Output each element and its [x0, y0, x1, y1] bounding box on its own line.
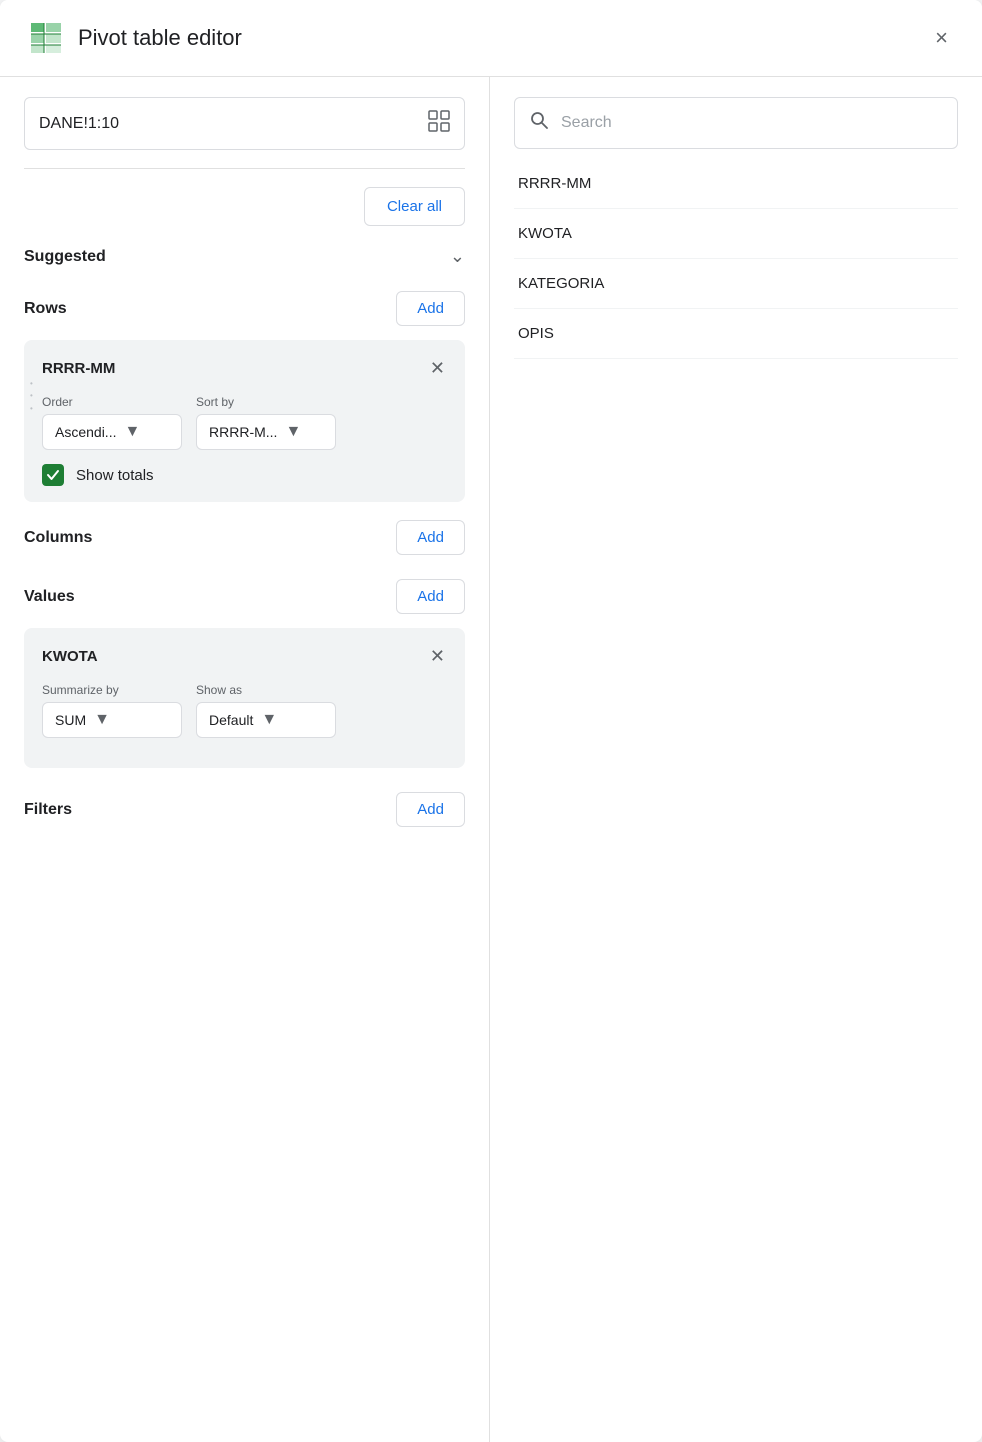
rows-section: ••• Rows Add RRRR-MM ✕ Order [24, 291, 465, 502]
rows-field-card: RRRR-MM ✕ Order Ascendi... ▼ Sort by [24, 340, 465, 502]
left-panel: DANE!1:10 Clear all [0, 77, 490, 1442]
clear-all-button[interactable]: Clear all [364, 187, 465, 226]
sort-by-control-group: Sort by RRRR-M... ▼ [196, 395, 336, 450]
rows-section-header: Rows Add [24, 291, 465, 326]
show-as-control-group: Show as Default ▼ [196, 683, 336, 738]
rows-field-close-button[interactable]: ✕ [428, 356, 447, 381]
order-value: Ascendi... [55, 424, 116, 440]
close-button[interactable]: × [929, 21, 954, 55]
field-list: RRRR-MM KWOTA KATEGORIA OPIS [514, 159, 958, 359]
values-field-close-button[interactable]: ✕ [428, 644, 447, 669]
values-section-header: Values Add [24, 579, 465, 614]
field-list-item[interactable]: KATEGORIA [514, 259, 958, 309]
summarize-by-value: SUM [55, 712, 86, 728]
order-select[interactable]: Ascendi... ▼ [42, 414, 182, 450]
rows-add-button[interactable]: Add [396, 291, 465, 326]
suggested-label: Suggested [24, 248, 106, 266]
rows-field-title: RRRR-MM [42, 360, 115, 377]
show-totals-label: Show totals [76, 467, 154, 484]
rows-field-card-header: RRRR-MM ✕ [42, 356, 447, 381]
order-dropdown-arrow: ▼ [124, 423, 140, 441]
show-as-label: Show as [196, 683, 336, 697]
show-as-select[interactable]: Default ▼ [196, 702, 336, 738]
data-range-value: DANE!1:10 [39, 115, 119, 133]
show-as-value: Default [209, 712, 253, 728]
right-panel: RRRR-MM KWOTA KATEGORIA OPIS [490, 77, 982, 1442]
field-list-item[interactable]: KWOTA [514, 209, 958, 259]
search-input[interactable] [561, 114, 943, 132]
columns-label: Columns [24, 529, 92, 547]
summarize-by-select[interactable]: SUM ▼ [42, 702, 182, 738]
values-field-card-header: KWOTA ✕ [42, 644, 447, 669]
values-field-controls: Summarize by SUM ▼ Show as Default ▼ [42, 683, 447, 738]
header-title: Pivot table editor [78, 25, 929, 51]
grid-select-icon[interactable] [428, 110, 450, 137]
sort-by-dropdown-arrow: ▼ [285, 423, 301, 441]
order-label: Order [42, 395, 182, 409]
filters-section-header: Filters Add [24, 792, 465, 827]
body: DANE!1:10 Clear all [0, 77, 982, 1442]
summarize-by-dropdown-arrow: ▼ [94, 711, 110, 729]
values-add-button[interactable]: Add [396, 579, 465, 614]
values-field-card: KWOTA ✕ Summarize by SUM ▼ Show as [24, 628, 465, 768]
values-label: Values [24, 588, 75, 606]
pivot-table-editor-panel: Pivot table editor × DANE!1:10 [0, 0, 982, 1442]
columns-section-header: Columns Add [24, 520, 465, 555]
sort-by-select[interactable]: RRRR-M... ▼ [196, 414, 336, 450]
data-range-row: DANE!1:10 [24, 97, 465, 150]
drag-handle: ••• [30, 377, 34, 415]
clear-all-row: Clear all [24, 187, 465, 226]
data-range-input[interactable]: DANE!1:10 [24, 97, 465, 150]
show-totals-checkbox[interactable] [42, 464, 64, 486]
suggested-chevron-icon[interactable]: ⌄ [450, 246, 465, 267]
columns-add-button[interactable]: Add [396, 520, 465, 555]
order-control-group: Order Ascendi... ▼ [42, 395, 182, 450]
header: Pivot table editor × [0, 0, 982, 77]
summarize-by-control-group: Summarize by SUM ▼ [42, 683, 182, 738]
rows-label: Rows [24, 300, 67, 318]
suggested-section-header: Suggested ⌄ [24, 246, 465, 267]
summarize-by-label: Summarize by [42, 683, 182, 697]
search-icon [529, 110, 549, 136]
filters-label: Filters [24, 801, 72, 819]
filters-add-button[interactable]: Add [396, 792, 465, 827]
rows-field-controls: Order Ascendi... ▼ Sort by RRRR-M... ▼ [42, 395, 447, 450]
show-as-dropdown-arrow: ▼ [261, 711, 277, 729]
field-list-item[interactable]: OPIS [514, 309, 958, 359]
show-totals-row: Show totals [42, 464, 447, 486]
values-field-title: KWOTA [42, 648, 98, 665]
pivot-table-icon [28, 20, 64, 56]
sort-by-value: RRRR-M... [209, 424, 277, 440]
sort-by-label: Sort by [196, 395, 336, 409]
field-list-item[interactable]: RRRR-MM [514, 159, 958, 209]
divider-1 [24, 168, 465, 169]
search-row [514, 97, 958, 149]
